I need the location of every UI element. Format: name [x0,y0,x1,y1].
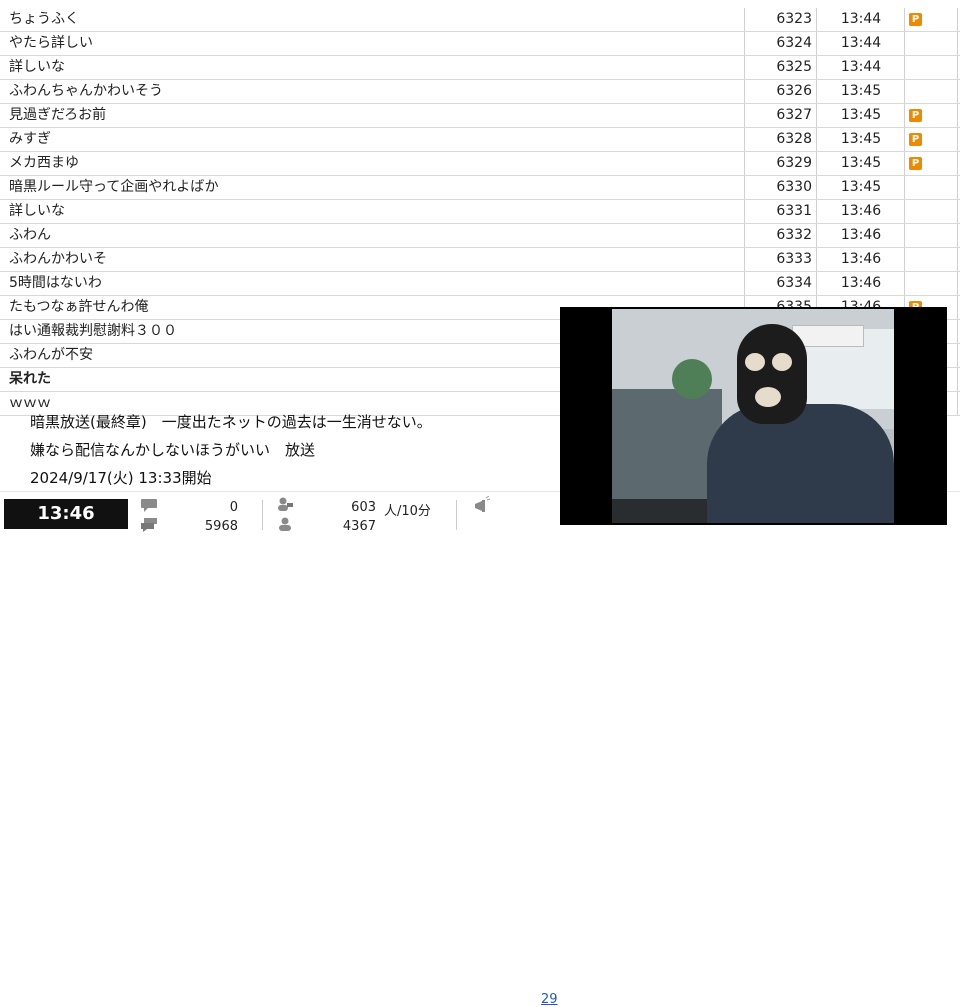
broadcast-title-line2: 嫌なら配信なんかしないほうがいい 放送 [30,441,316,459]
comment-row[interactable]: 暗黒ルール守って企画やれよばか 6330 13:45 [0,176,960,200]
premium-cell [904,56,958,79]
elapsed-clock: 13:46 [4,499,128,529]
comment-text: やたら詳しい [9,35,93,51]
comment-number: 6334 [744,272,816,295]
comment-text: 呆れた [9,371,51,387]
comment-number: 6326 [744,80,816,103]
broadcast-info: 暗黒放送(最終章) 一度出たネットの過去は一生消せない。 嫌なら配信なんかしない… [30,408,432,492]
comment-row[interactable]: やたら詳しい 6324 13:44 [0,32,960,56]
comment-number: 6327 [744,104,816,127]
premium-cell [904,32,958,55]
broadcast-start-time: 2024/9/17(火) 13:33開始 [30,469,212,487]
viewers-unit: 人/10分 [384,504,431,519]
premium-cell [904,176,958,199]
premium-cell [904,200,958,223]
premium-cell [904,224,958,247]
comment-row[interactable]: 詳しいな 6325 13:44 [0,56,960,80]
divider [456,500,457,530]
comment-text: 詳しいな [9,203,65,219]
premium-cell: P [904,104,958,127]
visitors-total: 4367 [342,519,376,534]
comment-number: 6332 [744,224,816,247]
mask-eye [772,353,792,371]
comment-text: 暗黒ルール守って企画やれよばか [9,179,219,195]
viewers-icon [278,497,293,511]
comment-text: たもつなぁ許せんわ俺 [9,299,149,315]
mask-eye [745,353,765,371]
comment-text: ふわん [9,227,51,243]
premium-cell [904,80,958,103]
premium-badge-icon: P [909,13,922,26]
premium-badge-icon: P [909,157,922,170]
comment-text: ふわんちゃんかわいそう [9,83,163,99]
comment-text: ちょうふく [9,11,79,27]
person-head [737,324,807,424]
comment-new-count: 0 [229,500,238,515]
comment-text: メカ西まゆ [9,155,79,171]
plant [672,359,712,399]
comment-number: 6333 [744,248,816,271]
comment-time: 13:46 [816,200,905,223]
comment-row[interactable]: メカ西まゆ 6329 13:45 P [0,152,960,176]
comment-number: 6329 [744,152,816,175]
comment-row[interactable]: 見過ぎだろお前 6327 13:45 P [0,104,960,128]
comment-time: 13:44 [816,32,905,55]
comment-number: 6331 [744,200,816,223]
premium-cell: P [904,128,958,151]
megaphone-icon[interactable] [472,496,492,516]
comment-row[interactable]: ふわんちゃんかわいそう 6326 13:45 [0,80,960,104]
comment-number: 6323 [744,8,816,31]
comment-time: 13:45 [816,176,905,199]
comment-text: 詳しいな [9,59,65,75]
comment-text: はい通報裁判慰謝料３００ [9,323,177,339]
comment-text: 5時間はないわ [9,275,102,291]
webcam-frame [612,309,894,523]
comment-time: 13:45 [816,80,905,103]
divider [262,500,263,530]
comment-row[interactable]: ちょうふく 6323 13:44 P [0,8,960,32]
comment-bubble-icon [141,499,157,512]
comment-row[interactable]: みすぎ 6328 13:45 P [0,128,960,152]
info-link[interactable]: 29 [541,992,558,1007]
comment-time: 13:45 [816,152,905,175]
premium-cell: P [904,8,958,31]
comment-row[interactable]: 5時間はないわ 6334 13:46 [0,272,960,296]
mask-mouth [755,387,781,407]
premium-badge-icon: P [909,133,922,146]
comment-row[interactable]: ふわん 6332 13:46 [0,224,960,248]
comment-row[interactable]: 詳しいな 6331 13:46 [0,200,960,224]
comment-stack-icon [141,518,157,532]
premium-cell: P [904,152,958,175]
comment-number: 6328 [744,128,816,151]
person-body [707,404,894,523]
comment-number: 6324 [744,32,816,55]
comment-number: 6330 [744,176,816,199]
video-player[interactable] [560,307,947,525]
premium-cell [904,248,958,271]
comment-time: 13:46 [816,272,905,295]
comment-time: 13:46 [816,224,905,247]
comment-text: ふわんが不安 [9,347,93,363]
comment-time: 13:44 [816,56,905,79]
broadcast-title-line1: 暗黒放送(最終章) 一度出たネットの過去は一生消せない。 [30,413,432,431]
comment-time: 13:45 [816,104,905,127]
comment-number: 6325 [744,56,816,79]
premium-badge-icon: P [909,109,922,122]
premium-cell [904,272,958,295]
comment-time: 13:45 [816,128,905,151]
comment-text: 見過ぎだろお前 [9,107,107,123]
comment-text: ふわんかわいそ [9,251,107,267]
comment-time: 13:46 [816,248,905,271]
viewers-rate: 603 [351,500,376,515]
comment-time: 13:44 [816,8,905,31]
person-icon [279,517,291,531]
comment-text: みすぎ [9,131,51,147]
comment-row[interactable]: ふわんかわいそ 6333 13:46 [0,248,960,272]
comment-total-count: 5968 [204,519,238,534]
